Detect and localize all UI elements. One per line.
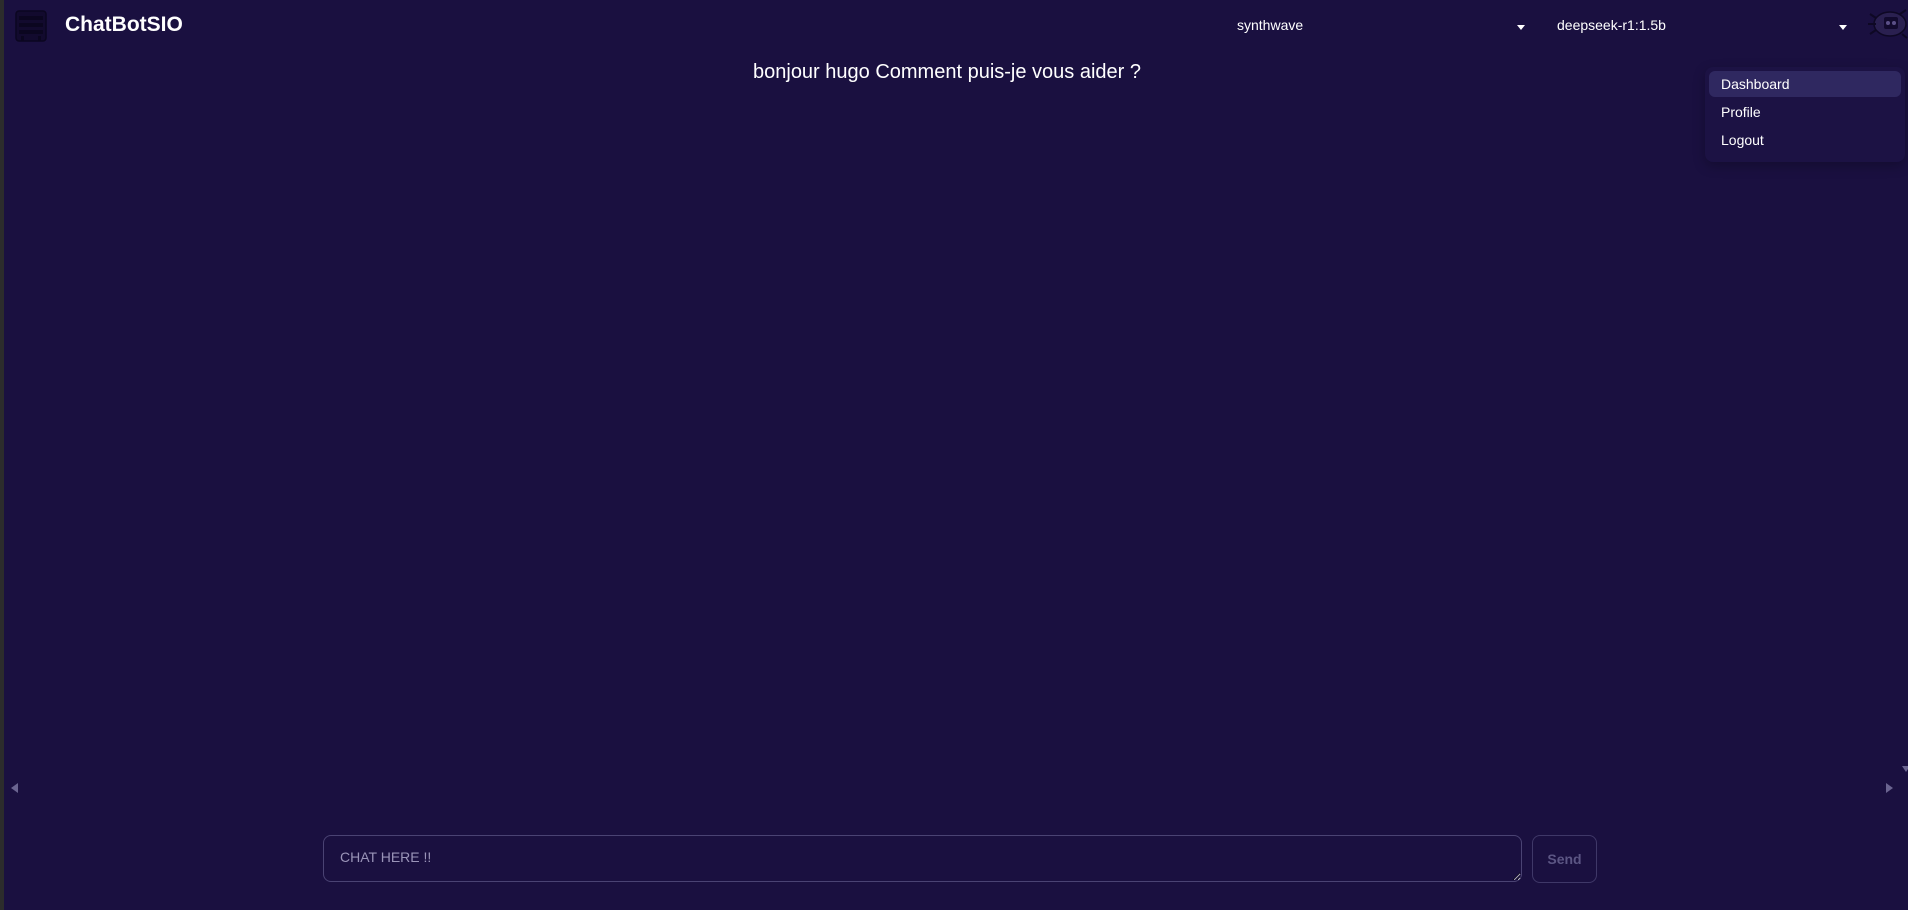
menu-item-label: Logout [1721, 132, 1764, 148]
menu-item-logout[interactable]: Logout [1709, 127, 1901, 153]
app-window: ChatBotSIO synthwave deepseek-r1:1.5b bo… [0, 0, 1908, 910]
window-edge [0, 0, 4, 910]
menu-item-profile[interactable]: Profile [1709, 99, 1901, 125]
robot-logo-icon[interactable] [14, 9, 48, 43]
avatar-icon[interactable] [1866, 4, 1908, 44]
model-select-value: deepseek-r1:1.5b [1557, 17, 1666, 33]
theme-select-value: synthwave [1237, 17, 1304, 33]
scroll-down-icon[interactable] [1902, 766, 1908, 772]
greeting-text: bonjour hugo Comment puis-je vous aider … [753, 61, 1141, 83]
menu-item-label: Dashboard [1721, 76, 1790, 92]
greeting-message: bonjour hugo Comment puis-je vous aider … [0, 61, 1908, 84]
send-button[interactable]: Send [1532, 835, 1597, 883]
navbar: ChatBotSIO synthwave deepseek-r1:1.5b [4, 0, 1908, 54]
caret-down-icon [1839, 25, 1847, 30]
theme-select[interactable]: synthwave [1237, 12, 1529, 40]
scroll-right-icon[interactable] [1886, 783, 1893, 793]
chat-input[interactable] [323, 835, 1522, 882]
brand-title[interactable]: ChatBotSIO [65, 13, 183, 37]
model-select[interactable]: deepseek-r1:1.5b [1557, 12, 1853, 40]
caret-down-icon [1517, 25, 1525, 30]
menu-item-label: Profile [1721, 104, 1761, 120]
user-dropdown-menu: Dashboard Profile Logout [1705, 67, 1905, 162]
scroll-left-icon[interactable] [11, 783, 18, 793]
menu-item-dashboard[interactable]: Dashboard [1709, 71, 1901, 97]
